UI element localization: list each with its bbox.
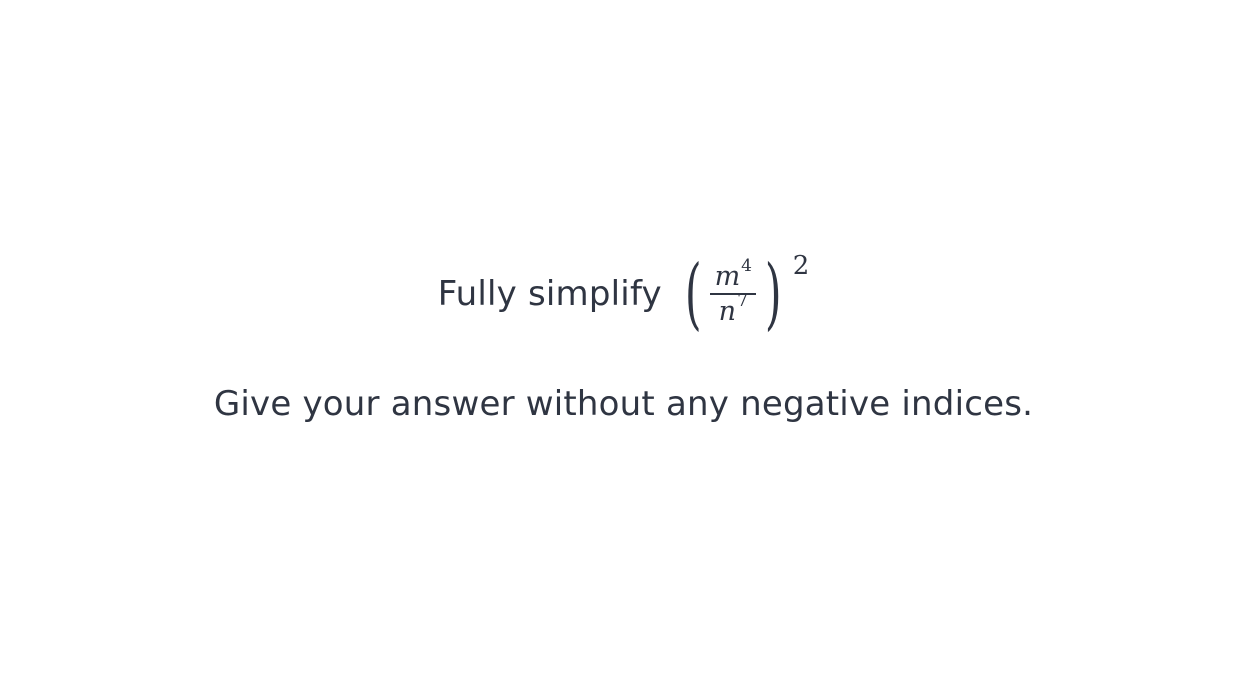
denominator-exponent: 7 (737, 291, 748, 311)
question-prompt: Fully simplify (437, 274, 662, 314)
close-parenthesis: ) (765, 249, 782, 339)
fraction-numerator: m4 (712, 256, 755, 293)
fraction-denominator: n7 (716, 291, 751, 328)
outer-exponent: 2 (792, 251, 810, 281)
math-expression: ( m4 n7 ) 2 (678, 249, 810, 339)
answer-instruction: Give your answer without any negative in… (213, 384, 1034, 424)
fraction: m4 n7 (710, 256, 757, 329)
numerator-exponent: 4 (741, 255, 752, 276)
open-parenthesis: ( (684, 249, 702, 339)
denominator-base: n (718, 296, 737, 327)
numerator-base: m (714, 260, 741, 292)
question-line: Fully simplify ( m4 n7 ) 2 (0, 249, 1247, 339)
